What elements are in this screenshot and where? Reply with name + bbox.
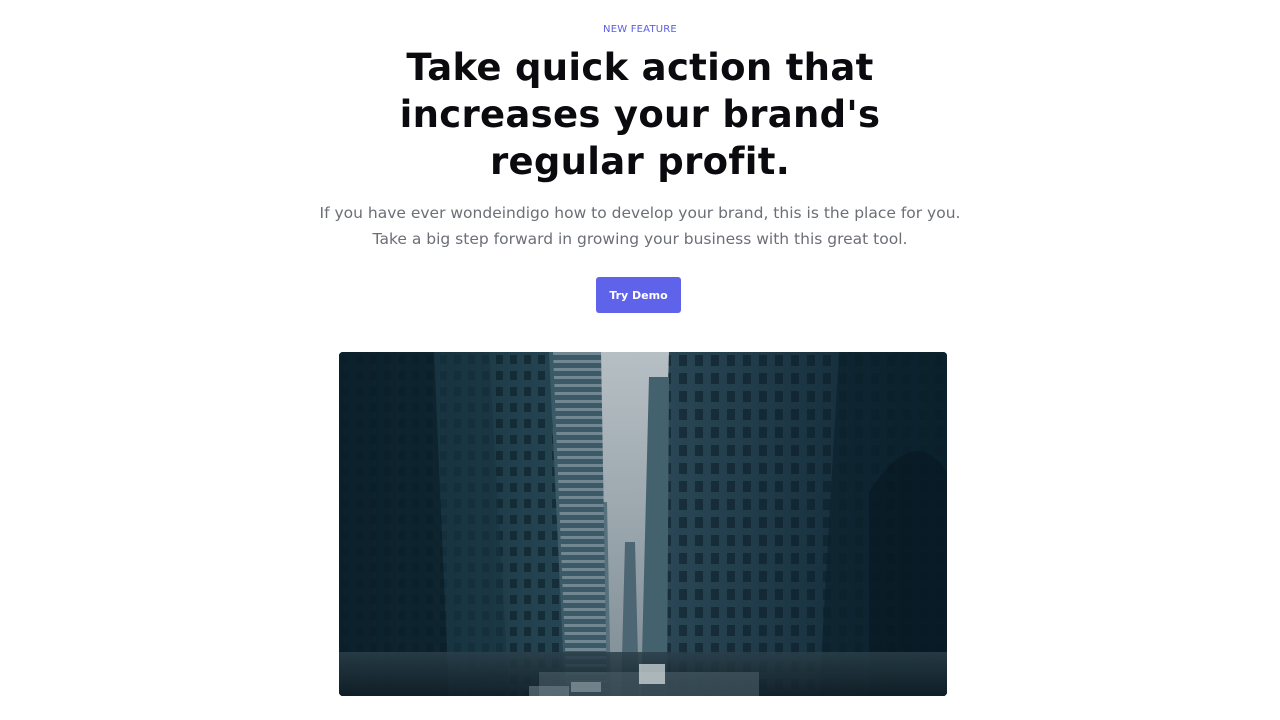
hero-headline: Take quick action that increases your br… [399,46,881,183]
try-demo-button[interactable]: Try Demo [596,277,681,313]
eyebrow-label: NEW FEATURE [603,24,677,35]
hero-image [339,352,947,696]
hero-section: NEW FEATURE Take quick action that incre… [0,0,1280,720]
city-street-photo [339,352,947,696]
hero-description-line-2: Take a big step forward in growing your … [372,230,908,248]
hero-description-line-1: If you have ever wondeindigo how to deve… [319,204,961,222]
hero-description: If you have ever wondeindigo how to deve… [280,200,1000,252]
